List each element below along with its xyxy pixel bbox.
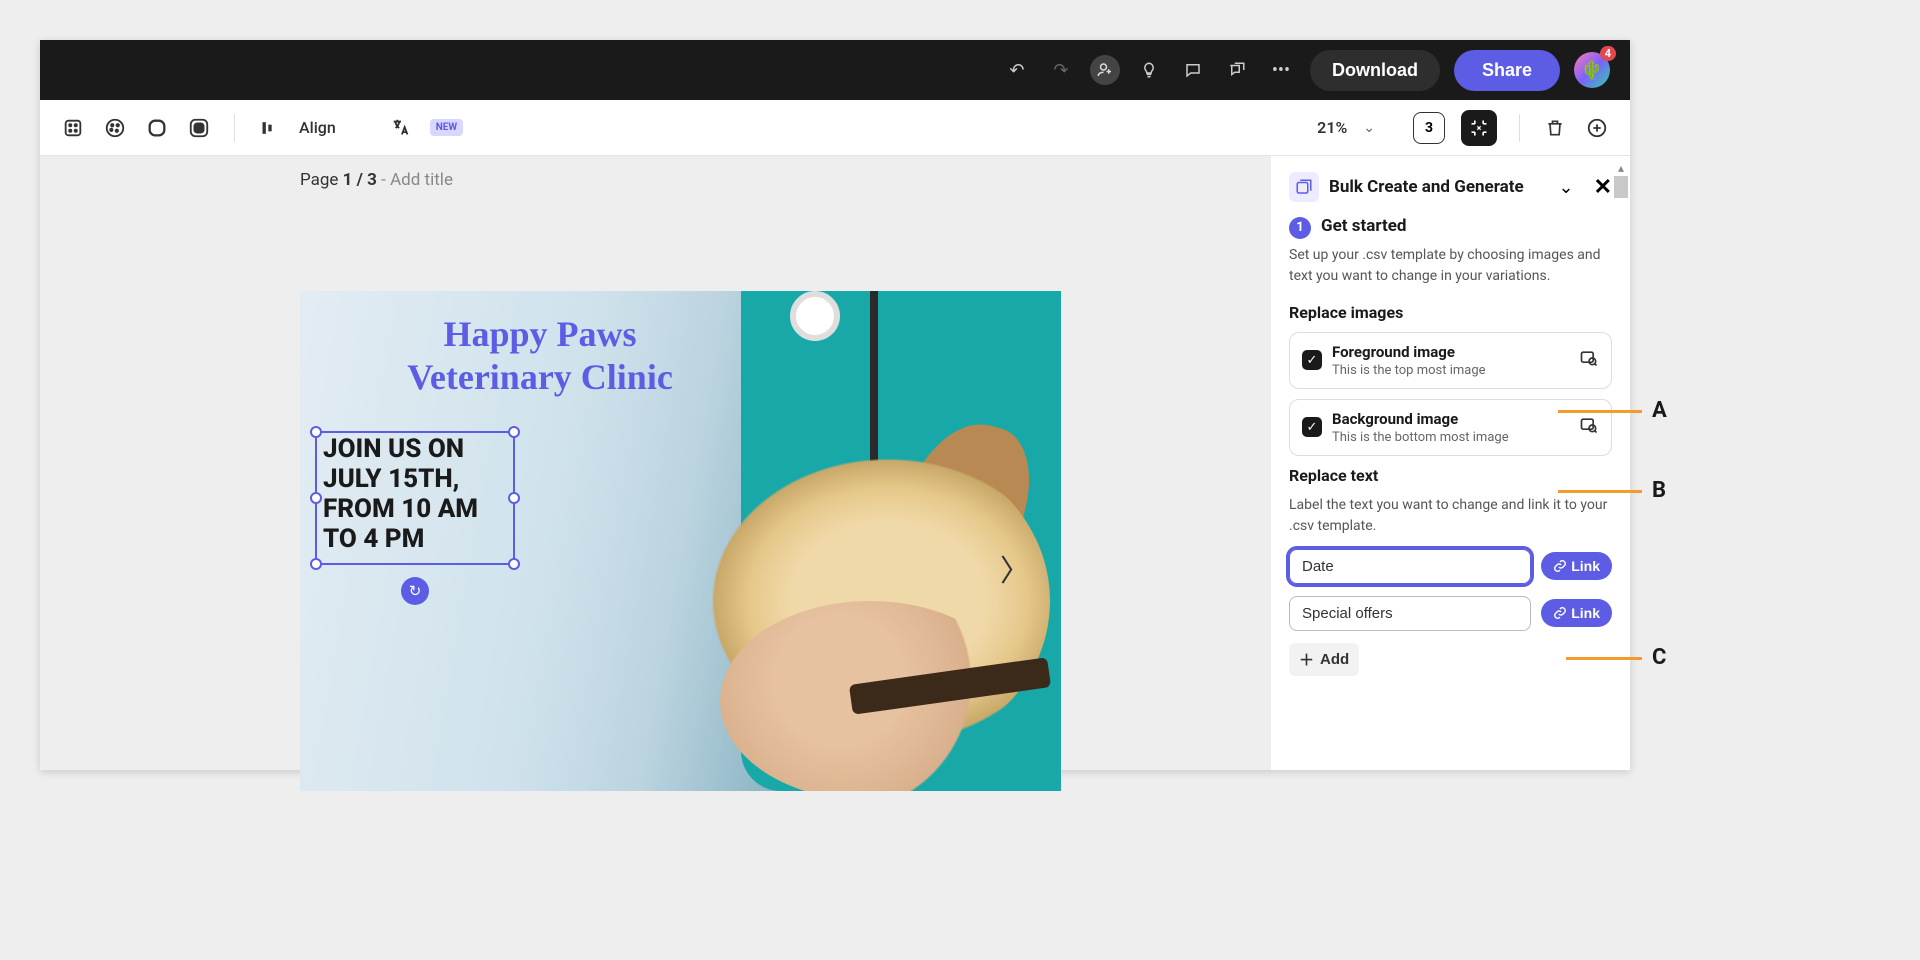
background-image-option[interactable]: ✓ Background image This is the bottom mo… xyxy=(1289,399,1612,456)
step-description: Set up your .csv template by choosing im… xyxy=(1289,245,1612,287)
top-header: ↶ ↷ ••• Download Share 🌵 4 xyxy=(40,40,1630,100)
canvas-area[interactable]: Happy Paws Veterinary Clinic JOIN US ON … xyxy=(40,156,1630,770)
callout-label-b: B xyxy=(1652,478,1666,503)
poster-title[interactable]: Happy Paws Veterinary Clinic xyxy=(340,313,740,399)
resize-handle[interactable] xyxy=(508,558,520,570)
add-text-button[interactable]: ＋ Add xyxy=(1289,643,1359,676)
add-page-icon[interactable] xyxy=(1584,115,1610,141)
zoom-level[interactable]: 21% xyxy=(1317,118,1347,137)
reset-rotation-icon[interactable]: ↻ xyxy=(401,577,429,605)
next-page-arrow[interactable]: 〉 xyxy=(1000,546,1030,590)
resize-icon[interactable] xyxy=(1461,110,1497,146)
selection-box[interactable]: JOIN US ON JULY 15TH, FROM 10 AM TO 4 PM… xyxy=(315,431,515,565)
inspect-icon[interactable] xyxy=(1579,348,1599,373)
trash-icon[interactable] xyxy=(1542,115,1568,141)
selected-text[interactable]: JOIN US ON JULY 15TH, FROM 10 AM TO 4 PM xyxy=(317,433,513,557)
text-label-input-special-offers[interactable] xyxy=(1289,596,1531,631)
invite-user-icon[interactable] xyxy=(1090,55,1120,85)
app-window: ↶ ↷ ••• Download Share 🌵 4 xyxy=(40,40,1630,770)
scrollbar-up-arrow[interactable]: ▴ xyxy=(1615,162,1627,174)
callout-line-a xyxy=(1558,410,1642,413)
redo-icon[interactable]: ↷ xyxy=(1046,55,1076,85)
bulk-create-panel: Bulk Create and Generate ⌄ ✕ 1 Get start… xyxy=(1270,156,1630,770)
collapse-panel-icon[interactable]: ⌄ xyxy=(1558,177,1573,198)
undo-icon[interactable]: ↶ xyxy=(1002,55,1032,85)
translate-icon[interactable] xyxy=(388,115,414,141)
option-subtitle: This is the bottom most image xyxy=(1332,430,1569,445)
chevron-down-icon[interactable]: ⌄ xyxy=(1363,120,1375,136)
shape-outline-icon[interactable] xyxy=(144,115,170,141)
callout-label-c: C xyxy=(1652,645,1666,670)
text-label-input-date[interactable] xyxy=(1289,549,1531,584)
option-title: Background image xyxy=(1332,410,1569,428)
foreground-image-option[interactable]: ✓ Foreground image This is the top most … xyxy=(1289,332,1612,389)
callout-label-a: A xyxy=(1652,398,1667,423)
shape-filled-icon[interactable] xyxy=(186,115,212,141)
toolbar: Align NEW 21% ⌄ 3 xyxy=(40,100,1630,156)
checkbox-checked-icon[interactable]: ✓ xyxy=(1302,350,1322,370)
replace-images-title: Replace images xyxy=(1289,303,1612,322)
step-title: Get started xyxy=(1321,216,1406,236)
download-button[interactable]: Download xyxy=(1310,50,1440,91)
color-icon[interactable] xyxy=(102,115,128,141)
resize-handle[interactable] xyxy=(508,426,520,438)
callout-line-c xyxy=(1566,657,1642,660)
link-button[interactable]: Link xyxy=(1541,552,1612,580)
replace-text-desc: Label the text you want to change and li… xyxy=(1289,495,1612,537)
scrollbar-thumb[interactable] xyxy=(1614,176,1628,198)
present-icon[interactable] xyxy=(1222,55,1252,85)
resize-handle[interactable] xyxy=(310,426,322,438)
new-badge: NEW xyxy=(430,119,463,136)
align-label: Align xyxy=(299,118,336,137)
resize-handle[interactable] xyxy=(310,492,322,504)
notification-badge: 4 xyxy=(1600,46,1616,61)
page-indicator[interactable]: Page 1 / 3 - Add title xyxy=(300,170,453,190)
align-icon[interactable] xyxy=(257,115,283,141)
replace-text-title: Replace text xyxy=(1289,466,1612,485)
inspect-icon[interactable] xyxy=(1579,415,1599,440)
crop-icon[interactable] xyxy=(60,115,86,141)
option-title: Foreground image xyxy=(1332,343,1569,361)
panel-title: Bulk Create and Generate xyxy=(1329,177,1548,197)
plus-icon: ＋ xyxy=(1299,649,1314,670)
share-button[interactable]: Share xyxy=(1454,50,1560,91)
avatar[interactable]: 🌵 4 xyxy=(1574,52,1610,88)
step-number: 1 xyxy=(1289,217,1311,239)
resize-handle[interactable] xyxy=(508,492,520,504)
callout-line-b xyxy=(1558,490,1642,493)
close-panel-icon[interactable]: ✕ xyxy=(1594,175,1612,200)
option-subtitle: This is the top most image xyxy=(1332,363,1569,378)
checkbox-checked-icon[interactable]: ✓ xyxy=(1302,417,1322,437)
more-icon[interactable]: ••• xyxy=(1266,55,1296,85)
link-button[interactable]: Link xyxy=(1541,599,1612,627)
comment-icon[interactable] xyxy=(1178,55,1208,85)
bulk-create-icon xyxy=(1289,172,1319,202)
pages-count-button[interactable]: 3 xyxy=(1413,112,1445,144)
tips-icon[interactable] xyxy=(1134,55,1164,85)
resize-handle[interactable] xyxy=(310,558,322,570)
